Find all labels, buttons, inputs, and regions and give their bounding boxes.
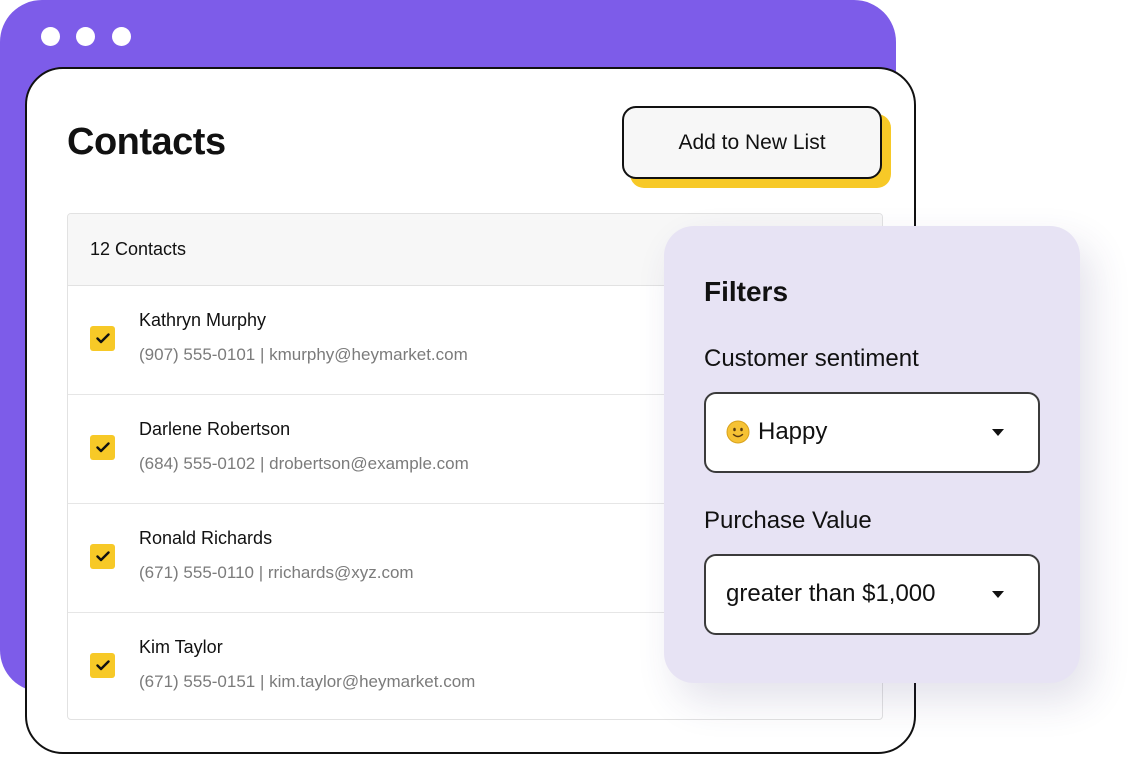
checkmark-icon <box>95 333 110 344</box>
contact-detail: (907) 555-0101 | kmurphy@heymarket.com <box>139 345 468 364</box>
customer-sentiment-label: Customer sentiment <box>704 345 919 372</box>
add-to-new-list-button[interactable]: Add to New List <box>622 106 882 179</box>
contact-checkbox[interactable] <box>90 326 115 351</box>
filters-panel: Filters Customer sentiment Happy Purchas… <box>664 226 1080 683</box>
checkmark-icon <box>95 551 110 562</box>
slightly-smiling-face-icon <box>726 420 750 444</box>
contact-name: Kim Taylor <box>139 637 223 657</box>
contact-name: Kathryn Murphy <box>139 310 267 330</box>
customer-sentiment-select[interactable]: Happy <box>704 392 1040 473</box>
page-title: Contacts <box>67 121 226 163</box>
contact-name: Ronald Richards <box>139 528 273 548</box>
contact-checkbox[interactable] <box>90 544 115 569</box>
purchase-value-label: Purchase Value <box>704 507 872 534</box>
contact-detail: (684) 555-0102 | drobertson@example.com <box>139 454 469 473</box>
contact-name: Darlene Robertson <box>139 419 291 439</box>
purchase-value-text: greater than $1,000 <box>726 580 936 607</box>
contact-checkbox[interactable] <box>90 435 115 460</box>
window-dot-icon <box>76 27 95 46</box>
window-dot-icon <box>112 27 131 46</box>
contact-detail: (671) 555-0110 | rrichards@xyz.com <box>139 563 414 582</box>
sentiment-value-text: Happy <box>758 418 828 445</box>
filters-title: Filters <box>704 276 789 307</box>
sentiment-value: Happy <box>726 418 827 446</box>
checkmark-icon <box>95 442 110 453</box>
purchase-value-select[interactable]: greater than $1,000 <box>704 554 1040 635</box>
caret-down-icon <box>992 591 1004 598</box>
window-dot-icon <box>41 27 60 46</box>
contact-checkbox[interactable] <box>90 653 115 678</box>
caret-down-icon <box>992 429 1004 436</box>
checkmark-icon <box>95 660 110 671</box>
contact-detail: (671) 555-0151 | kim.taylor@heymarket.co… <box>139 672 476 691</box>
